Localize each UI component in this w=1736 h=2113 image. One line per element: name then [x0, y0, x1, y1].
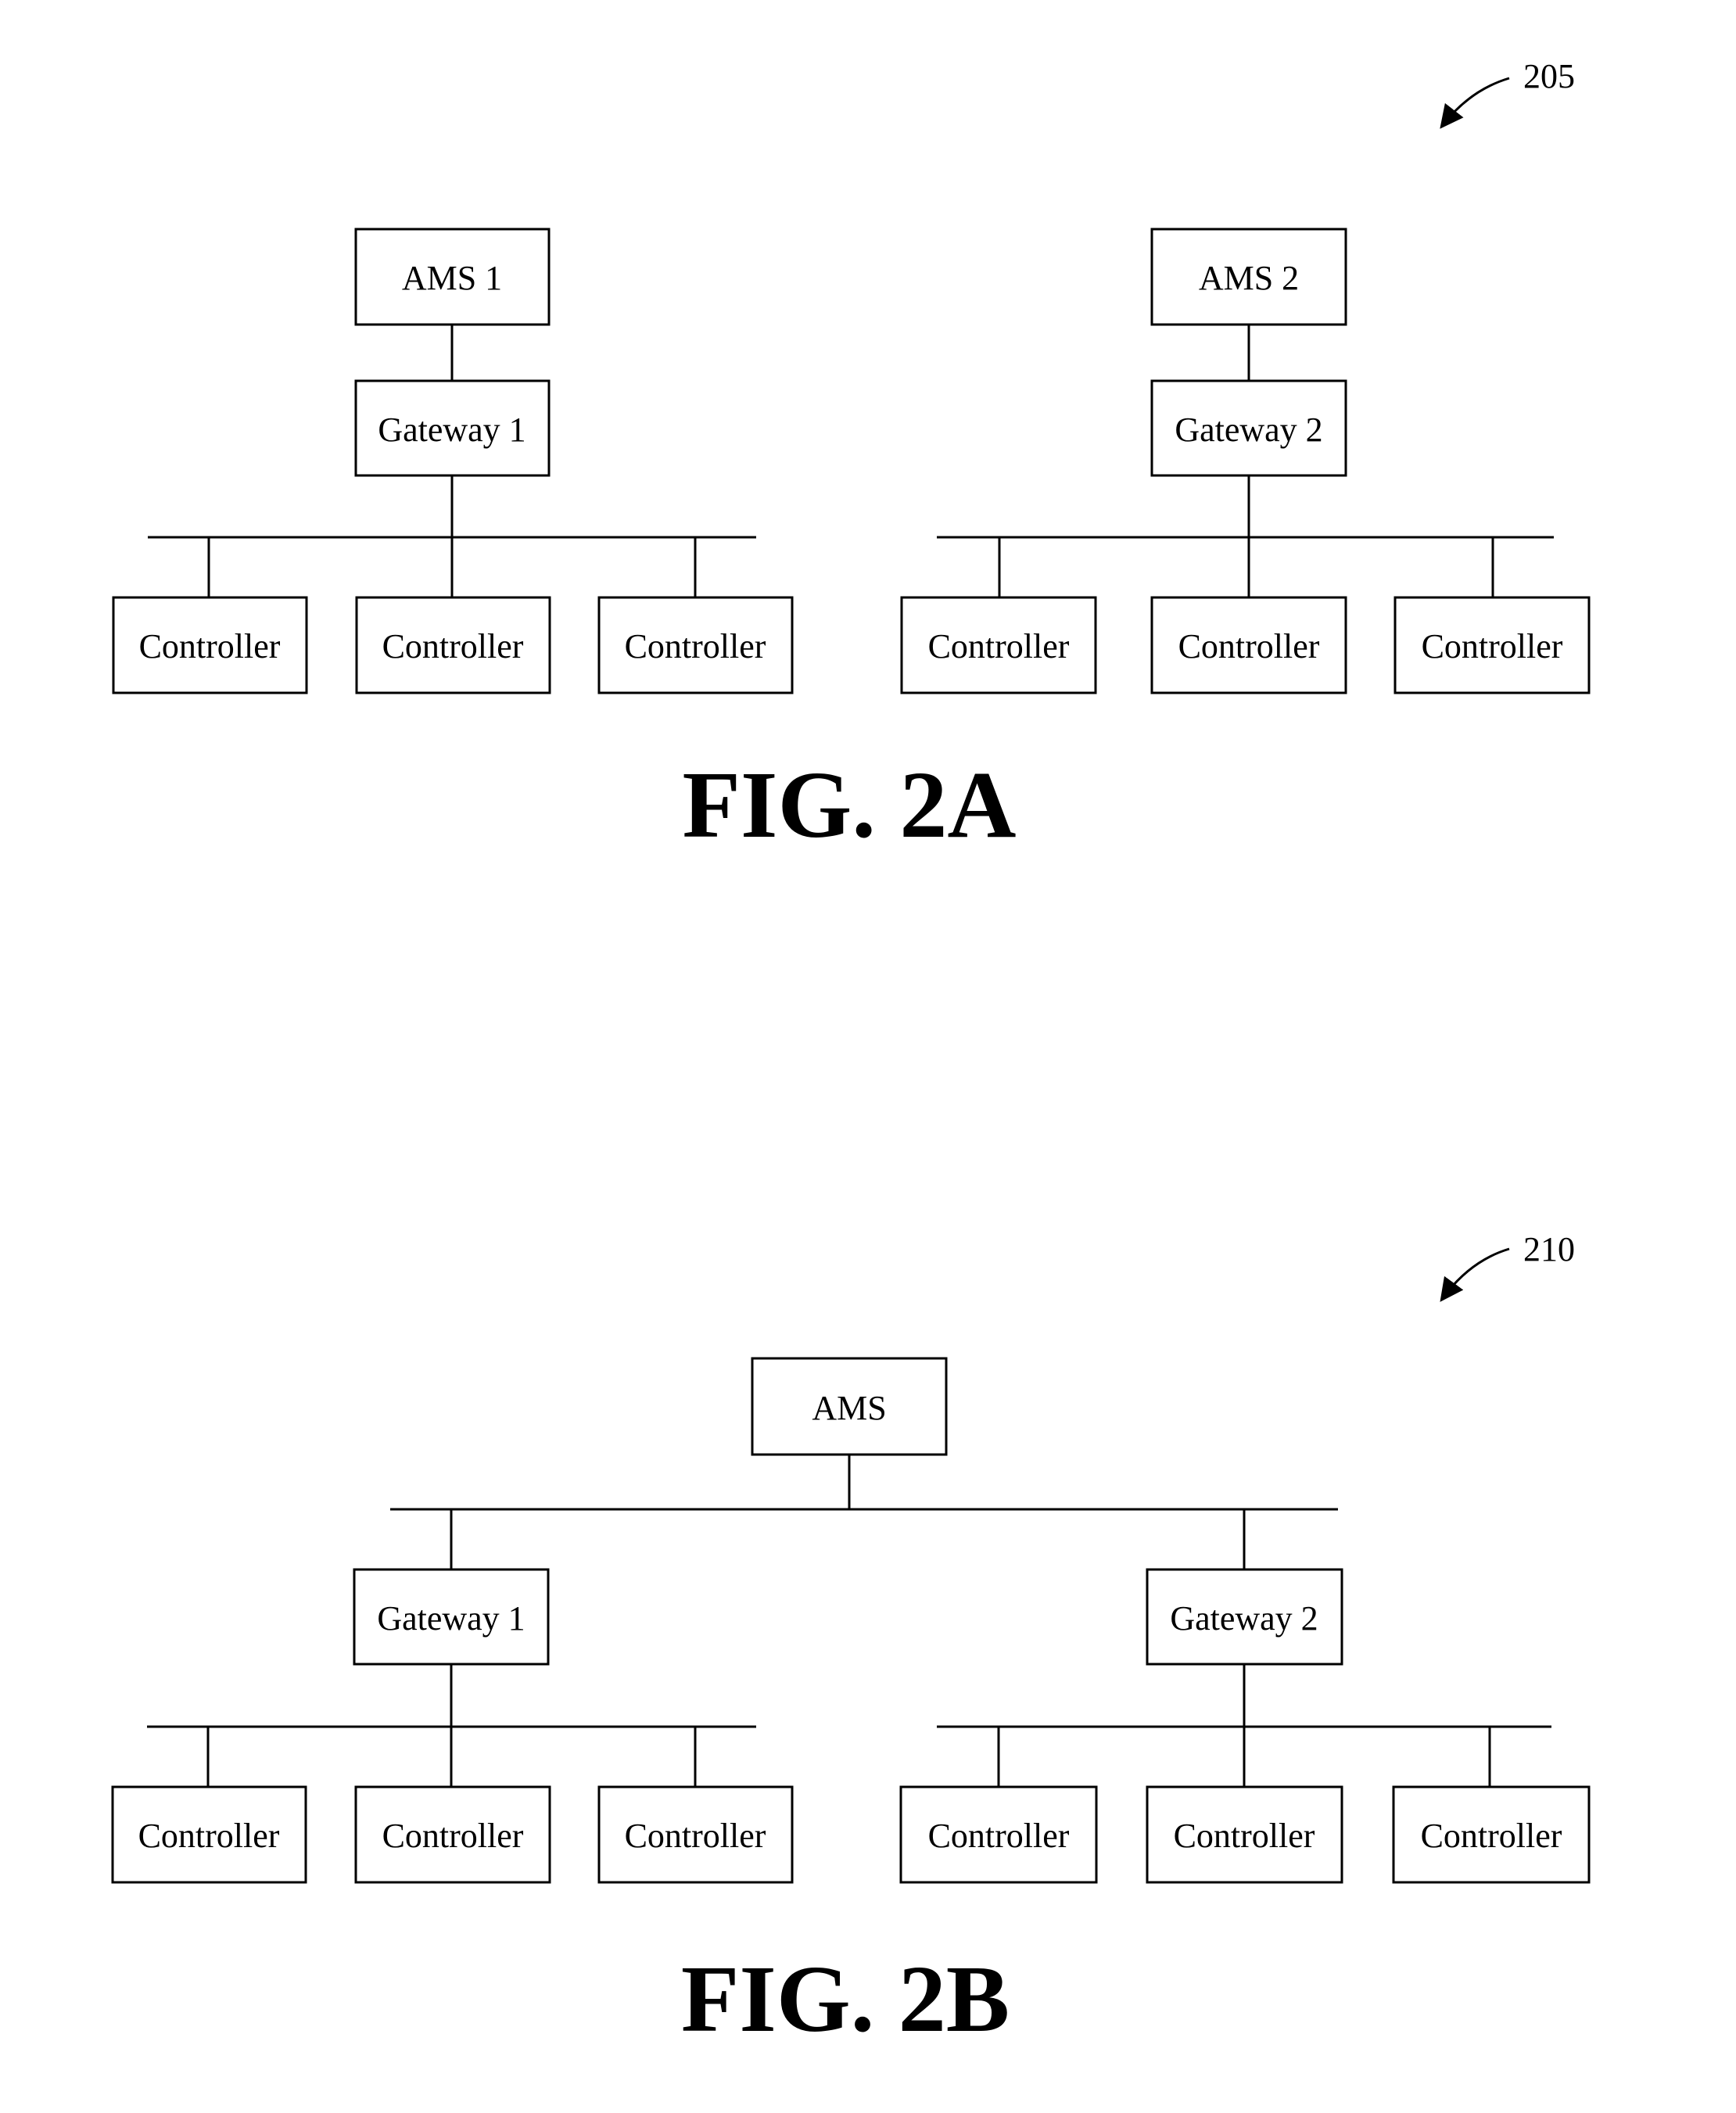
ams-label: AMS	[812, 1389, 886, 1427]
controller-node: Controller	[1146, 1785, 1343, 1884]
system-2: AMS 2 Gateway 2 Controller Controller Co…	[900, 228, 1591, 694]
figure-2b: 210 AMS Gateway 1 Controller Controller …	[111, 1230, 1591, 2052]
controller-node: Controller	[1150, 596, 1347, 694]
figure-caption: FIG. 2A	[683, 752, 1017, 858]
system-1: AMS 1 Gateway 1 Controller Controller Co…	[112, 228, 794, 694]
controller-label: Controller	[625, 627, 766, 665]
controller-node: Controller	[111, 1785, 307, 1884]
reference-numeral-210: 210	[1440, 1230, 1575, 1302]
controller-label: Controller	[928, 627, 1070, 665]
patent-drawing-sheet: 205 AMS 1 Gateway 1 Controller Controlle…	[111, 57, 1591, 2052]
gateway-label: Gateway 2	[1170, 1599, 1318, 1638]
gateway-label: Gateway 1	[377, 1599, 525, 1638]
ams-1-node: AMS 1	[354, 228, 551, 326]
reference-arrow-icon	[1440, 77, 1510, 129]
controller-label: Controller	[928, 1817, 1070, 1855]
controller-label: Controller	[139, 627, 281, 665]
controller-node: Controller	[112, 596, 308, 694]
controller-node: Controller	[355, 596, 551, 694]
controller-node: Controller	[597, 596, 794, 694]
controller-node: Controller	[597, 1785, 794, 1884]
figure-caption: FIG. 2B	[681, 1946, 1010, 2052]
gateway-2-node: Gateway 2	[1146, 1568, 1343, 1666]
reference-numeral-205: 205	[1440, 57, 1575, 129]
gateway-2-node: Gateway 2	[1150, 379, 1347, 477]
controller-node: Controller	[900, 596, 1097, 694]
figure-2a: 205 AMS 1 Gateway 1 Controller Controlle…	[112, 57, 1591, 858]
gateway-2-subtree: Gateway 2 Controller Controller Controll…	[899, 1568, 1591, 1884]
gateway-label: Gateway 1	[378, 411, 525, 449]
reference-numeral-label: 205	[1523, 57, 1575, 95]
controller-label: Controller	[625, 1817, 766, 1855]
controller-node: Controller	[1392, 1785, 1591, 1884]
gateway-label: Gateway 2	[1175, 411, 1322, 449]
controller-node: Controller	[899, 1785, 1098, 1884]
controller-label: Controller	[138, 1817, 280, 1855]
ams-node: AMS	[751, 1357, 948, 1456]
controller-label: Controller	[1422, 627, 1563, 665]
ams-label: AMS 1	[402, 259, 502, 297]
controller-label: Controller	[382, 627, 524, 665]
reference-numeral-label: 210	[1523, 1230, 1575, 1268]
ams-label: AMS 2	[1199, 259, 1299, 297]
gateway-1-node: Gateway 1	[353, 1568, 550, 1666]
controller-label: Controller	[382, 1817, 524, 1855]
controller-node: Controller	[1393, 596, 1591, 694]
gateway-1-subtree: Gateway 1 Controller Controller Controll…	[111, 1568, 794, 1884]
gateway-1-node: Gateway 1	[354, 379, 551, 477]
reference-arrow-icon	[1440, 1247, 1510, 1302]
controller-node: Controller	[354, 1785, 551, 1884]
controller-label: Controller	[1178, 627, 1320, 665]
ams-2-node: AMS 2	[1150, 228, 1347, 326]
controller-label: Controller	[1174, 1817, 1315, 1855]
controller-label: Controller	[1421, 1817, 1562, 1855]
